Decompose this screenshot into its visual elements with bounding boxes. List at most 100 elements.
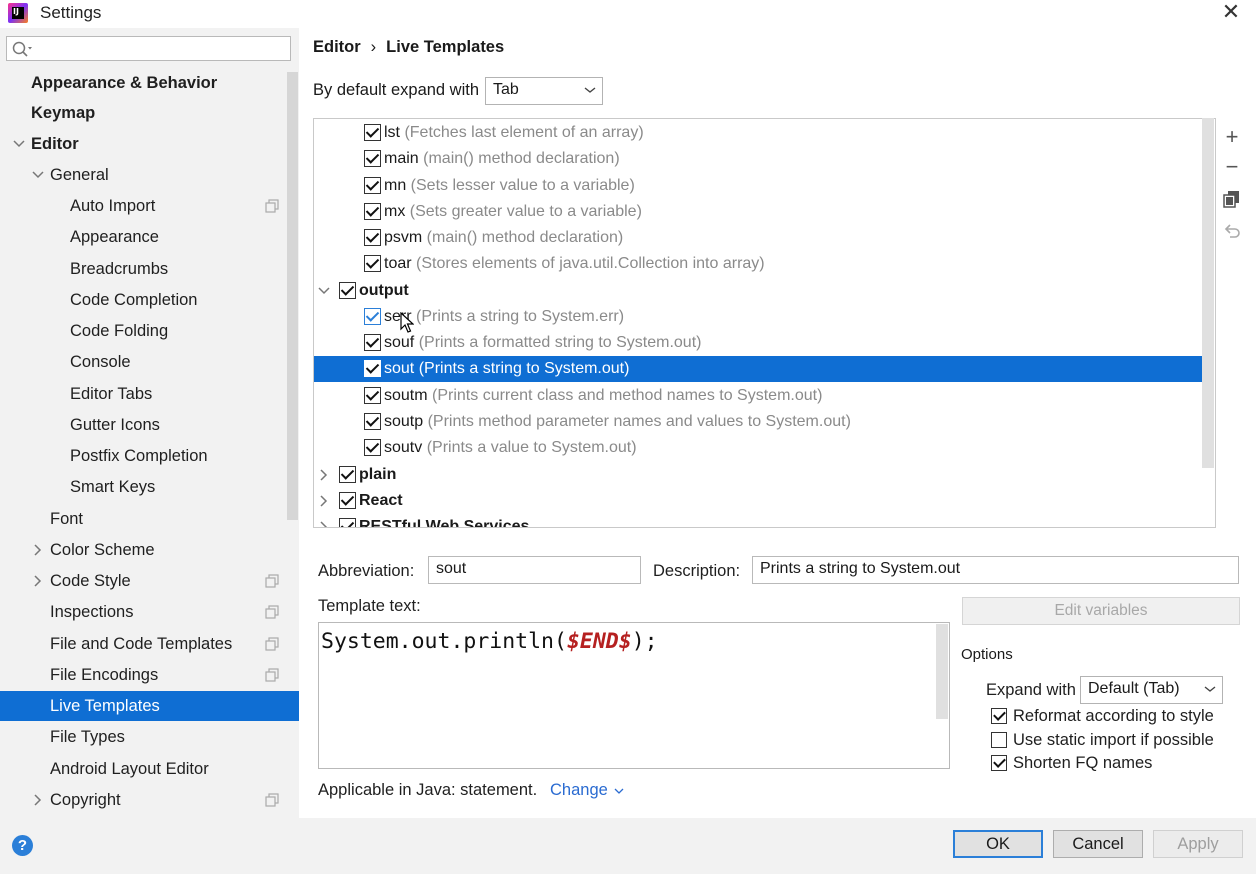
default-expand-dropdown[interactable]: Tab — [485, 77, 603, 105]
sidebar-item[interactable]: Console — [0, 347, 299, 377]
sidebar-item[interactable]: Copyright — [0, 785, 299, 815]
description-field[interactable]: Prints a string to System.out — [752, 556, 1239, 584]
template-row[interactable]: soutp (Prints method parameter names and… — [314, 409, 1214, 435]
template-checkbox[interactable] — [364, 177, 381, 194]
template-description: (Prints a value to System.out) — [422, 439, 637, 456]
title-bar: IJ Settings ✕ — [0, 0, 1256, 28]
template-row[interactable]: soutv (Prints a value to System.out) — [314, 435, 1214, 461]
chevron-down-icon[interactable] — [318, 285, 330, 297]
sidebar-item[interactable]: Android Layout Editor — [0, 754, 299, 784]
template-abbreviation: soutv — [384, 439, 423, 456]
sidebar-item[interactable]: Appearance & Behavior — [0, 68, 299, 98]
cancel-button[interactable]: Cancel — [1053, 830, 1143, 858]
sidebar-item[interactable]: Breadcrumbs — [0, 254, 299, 284]
template-text-scrollbar[interactable] — [936, 624, 948, 719]
shorten-fq-checkbox[interactable] — [991, 755, 1007, 771]
ok-button[interactable]: OK — [953, 830, 1043, 858]
sidebar-item[interactable]: File and Code Templates — [0, 629, 299, 659]
template-checkbox[interactable] — [339, 282, 356, 299]
shorten-fq-label[interactable]: Shorten FQ names — [1013, 754, 1152, 773]
template-checkbox[interactable] — [364, 387, 381, 404]
sidebar-item[interactable]: Code Style — [0, 566, 299, 596]
template-checkbox[interactable] — [364, 203, 381, 220]
template-checkbox[interactable] — [364, 413, 381, 430]
static-import-checkbox[interactable] — [991, 732, 1007, 748]
template-row[interactable]: main (main() method declaration) — [314, 146, 1214, 172]
template-text-editor[interactable]: System.out.println($END$); — [318, 622, 950, 769]
sidebar-item[interactable]: Appearance — [0, 222, 299, 252]
abbreviation-field[interactable]: sout — [428, 556, 641, 584]
chevron-right-icon[interactable] — [31, 574, 45, 588]
template-checkbox[interactable] — [364, 308, 381, 325]
template-row[interactable]: mn (Sets lesser value to a variable) — [314, 173, 1214, 199]
close-icon[interactable]: ✕ — [1219, 0, 1243, 24]
help-button[interactable]: ? — [12, 835, 33, 856]
template-checkbox[interactable] — [339, 466, 356, 483]
chevron-down-icon[interactable] — [12, 137, 26, 151]
reformat-checkbox[interactable] — [991, 708, 1007, 724]
template-row[interactable]: soutm (Prints current class and method n… — [314, 383, 1214, 409]
template-checkbox[interactable] — [364, 124, 381, 141]
sidebar-item[interactable]: Code Folding — [0, 316, 299, 346]
sidebar-item-label: General — [50, 166, 109, 184]
sidebar-item[interactable]: Inspections — [0, 597, 299, 627]
edit-variables-button[interactable]: Edit variables — [962, 597, 1240, 625]
template-row[interactable]: lst (Fetches last element of an array) — [314, 120, 1214, 146]
sidebar-item[interactable]: Auto Import — [0, 191, 299, 221]
change-context-link[interactable]: Change — [550, 781, 624, 800]
sidebar-item[interactable]: Font — [0, 504, 299, 534]
sidebar-item[interactable]: Live Templates — [0, 691, 299, 721]
template-checkbox[interactable] — [364, 360, 381, 377]
sidebar-item[interactable]: Keymap — [0, 98, 299, 128]
template-checkbox[interactable] — [364, 439, 381, 456]
template-row[interactable]: toar (Stores elements of java.util.Colle… — [314, 251, 1214, 277]
chevron-right-icon[interactable] — [31, 543, 45, 557]
search-field[interactable] — [6, 36, 291, 61]
add-icon[interactable]: + — [1221, 126, 1243, 148]
template-row[interactable]: psvm (main() method declaration) — [314, 225, 1214, 251]
breadcrumb-parent[interactable]: Editor — [313, 38, 361, 56]
templates-scrollbar[interactable] — [1202, 118, 1214, 468]
template-code: System.out.println($END$); — [321, 629, 658, 654]
sidebar-item[interactable]: File Encodings — [0, 660, 299, 690]
sidebar-item[interactable]: General — [0, 160, 299, 190]
remove-icon[interactable]: − — [1221, 156, 1243, 178]
template-row[interactable]: souf (Prints a formatted string to Syste… — [314, 330, 1214, 356]
sidebar-item[interactable]: Editor Tabs — [0, 379, 299, 409]
template-row[interactable]: sout (Prints a string to System.out) — [314, 356, 1214, 382]
chevron-right-icon[interactable] — [318, 495, 330, 507]
sidebar-item-label: Inspections — [50, 603, 134, 621]
template-checkbox[interactable] — [339, 492, 356, 509]
template-row[interactable]: mx (Sets greater value to a variable) — [314, 199, 1214, 225]
search-input[interactable] — [37, 39, 285, 58]
sidebar-item[interactable]: Color Scheme — [0, 535, 299, 565]
chevron-right-icon[interactable] — [318, 469, 330, 481]
sidebar-scrollbar[interactable] — [287, 72, 298, 520]
chevron-right-icon[interactable] — [31, 793, 45, 807]
template-group-row[interactable]: output — [314, 278, 1214, 304]
sidebar-item[interactable]: Postfix Completion — [0, 441, 299, 471]
template-checkbox[interactable] — [364, 255, 381, 272]
reformat-label[interactable]: Reformat according to style — [1013, 707, 1214, 726]
template-checkbox[interactable] — [364, 229, 381, 246]
chevron-right-icon[interactable] — [318, 521, 330, 528]
template-group-row[interactable]: RESTful Web Services — [314, 514, 1214, 528]
template-checkbox[interactable] — [339, 518, 356, 527]
restore-icon[interactable] — [1221, 222, 1243, 244]
sidebar-item[interactable]: Smart Keys — [0, 472, 299, 502]
chevron-down-icon[interactable] — [31, 168, 45, 182]
copy-icon[interactable] — [1221, 190, 1243, 212]
sidebar-item[interactable]: File Types — [0, 722, 299, 752]
apply-button[interactable]: Apply — [1153, 830, 1243, 858]
template-checkbox[interactable] — [364, 334, 381, 351]
sidebar-item[interactable]: Editor — [0, 129, 299, 159]
sidebar-item[interactable]: Gutter Icons — [0, 410, 299, 440]
expand-with-dropdown[interactable]: Default (Tab) — [1080, 676, 1223, 704]
template-row[interactable]: serr (Prints a string to System.err) — [314, 304, 1214, 330]
sidebar-item-label: Code Completion — [70, 291, 198, 309]
static-import-label[interactable]: Use static import if possible — [1013, 731, 1214, 750]
template-checkbox[interactable] — [364, 150, 381, 167]
sidebar-item[interactable]: Code Completion — [0, 285, 299, 315]
template-group-row[interactable]: React — [314, 488, 1214, 514]
template-group-row[interactable]: plain — [314, 462, 1214, 488]
